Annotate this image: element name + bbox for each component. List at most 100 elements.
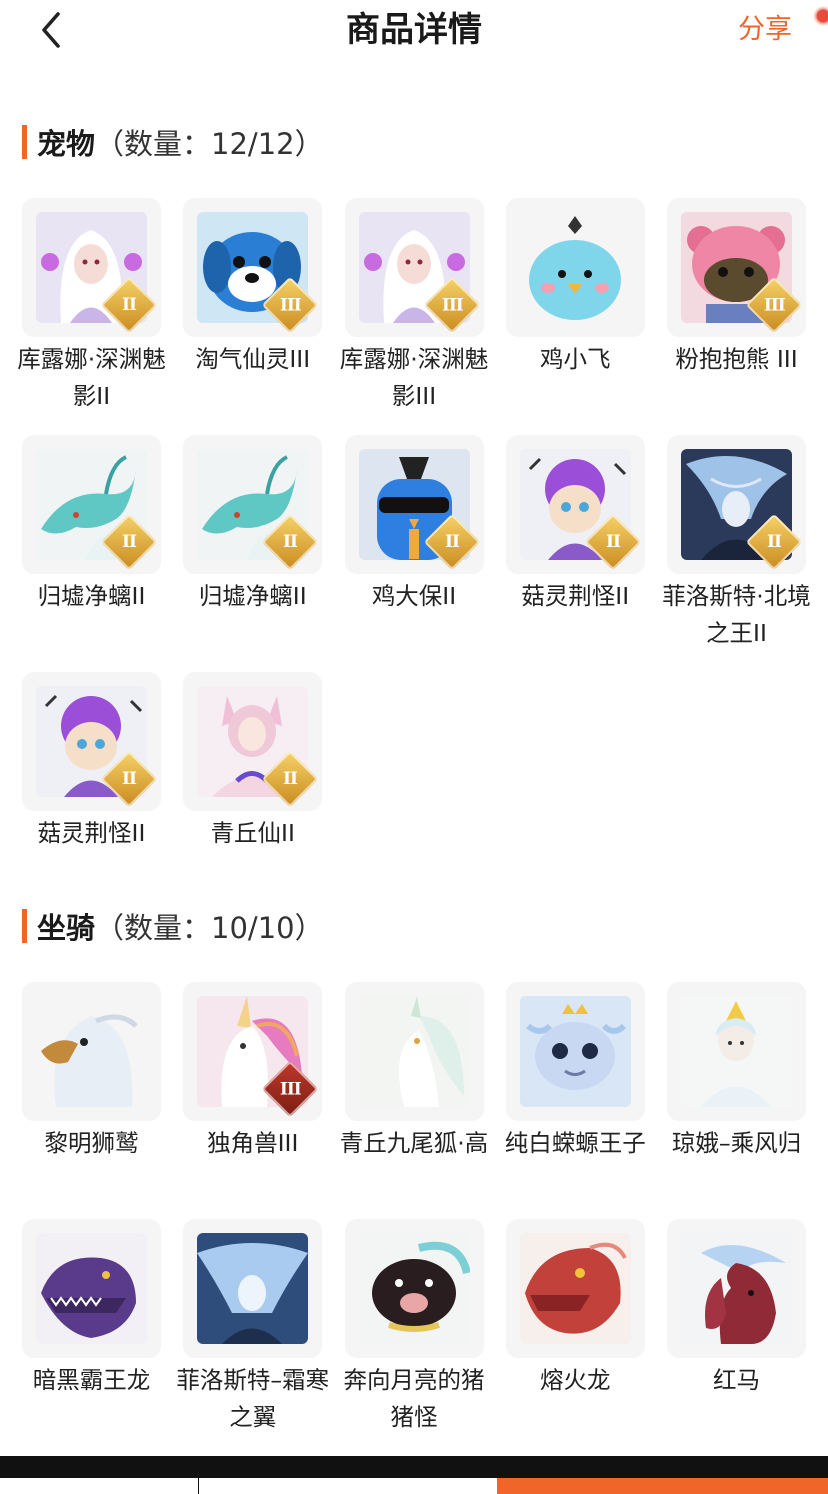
mount-item[interactable]: III 独角兽III <box>183 982 323 1219</box>
pet-item[interactable]: II 菲洛斯特·北境之王II <box>662 435 811 672</box>
pet-name: 鸡小飞 <box>540 345 611 373</box>
pet-item[interactable]: II 菇灵荆怪II <box>505 435 645 672</box>
pets-grid: II 库露娜·深渊魅影II III 淘气仙灵III III 库露娜·深渊魅影III 鸡小飞 I… <box>17 198 811 909</box>
pet-item[interactable]: III 淘气仙灵III <box>183 198 323 435</box>
tier-badge-label: II <box>122 532 136 552</box>
pet-thumbnail: II <box>344 435 484 574</box>
tier-badge-label: II <box>283 769 298 789</box>
pet-thumbnail: III <box>183 198 323 337</box>
pet-name: 菇灵荆怪II <box>37 819 146 847</box>
mount-name: 纯白蝾螈王子 <box>504 1129 646 1157</box>
mount-item[interactable]: 熔火龙 <box>505 1219 645 1456</box>
mount-thumbnail <box>667 1219 806 1358</box>
mount-image <box>197 1233 309 1344</box>
pet-item[interactable]: II 库露娜·深渊魅影II <box>17 198 166 435</box>
section-count: （数量：10/10） <box>95 911 324 945</box>
mount-item[interactable]: 琼娥–乘风归 <box>667 982 806 1219</box>
mount-thumbnail <box>22 982 161 1121</box>
pet-item[interactable]: II 青丘仙II <box>183 672 323 909</box>
mount-image <box>519 1233 631 1344</box>
mount-image <box>36 996 147 1107</box>
mount-name: 黎明狮鹫 <box>44 1129 139 1157</box>
tier-badge-label: III <box>279 294 301 315</box>
mount-item[interactable]: 菲洛斯特–霜寒之翼 <box>176 1219 329 1456</box>
mounts-section-heading: 坐骑 （数量：10/10） <box>22 906 324 946</box>
pet-thumbnail: II <box>183 672 323 811</box>
tier-badge-label: II <box>767 532 781 552</box>
pets-section-heading: 宠物 （数量：12/12） <box>22 122 324 162</box>
mount-image <box>358 1233 470 1344</box>
pet-name: 库露娜·深渊魅影II <box>17 345 166 410</box>
tier-badge-label: II <box>283 532 298 552</box>
chevron-left-icon[interactable] <box>34 8 74 52</box>
tier-badge-label: II <box>122 769 136 789</box>
mount-item[interactable]: 黎明狮鹫 <box>22 982 161 1219</box>
pet-item[interactable]: II 鸡大保II <box>344 435 484 672</box>
pet-thumbnail: III <box>667 198 806 337</box>
pet-item[interactable]: II 菇灵荆怪II <box>22 672 161 909</box>
tier-badge-label: II <box>605 532 620 552</box>
pet-name: 归墟净螭II <box>198 582 307 610</box>
pet-name: 粉抱抱熊 III <box>675 345 798 373</box>
mount-thumbnail: III <box>183 982 323 1121</box>
mounts-grid: 黎明狮鹫 III 独角兽III 青丘九尾狐·高 纯白蝾螈王子 琼娥–乘风归暗黑霸王龙 菲洛斯… <box>22 982 806 1456</box>
mount-item[interactable]: 暗黑霸王龙 <box>22 1219 161 1456</box>
page-title: 商品详情 <box>346 10 482 50</box>
decorative-mark <box>812 4 828 34</box>
mount-name: 奔向月亮的猪猪怪 <box>343 1366 485 1431</box>
top-nav-bar: 商品详情 分享 <box>0 0 828 64</box>
tier-badge-label: III <box>763 294 785 315</box>
pet-name: 归墟净螭II <box>37 582 146 610</box>
pet-item[interactable]: 鸡小飞 <box>505 198 645 435</box>
mount-image <box>681 1233 792 1344</box>
pet-item[interactable]: II 归墟净螭II <box>183 435 323 672</box>
mount-name: 琼娥–乘风归 <box>671 1129 802 1157</box>
pet-item[interactable]: III 库露娜·深渊魅影III <box>340 198 488 435</box>
mount-thumbnail <box>344 1219 484 1358</box>
mount-name: 独角兽III <box>207 1129 299 1157</box>
tier-badge-label: II <box>444 532 459 552</box>
pet-thumbnail: II <box>667 435 806 574</box>
bottom-action-middle[interactable] <box>199 1478 497 1494</box>
pet-thumbnail: II <box>22 435 161 574</box>
mount-thumbnail <box>22 1219 161 1358</box>
mount-thumbnail <box>183 1219 323 1358</box>
pet-name: 库露娜·深渊魅影III <box>339 345 489 410</box>
pet-thumbnail <box>505 198 645 337</box>
tier-badge-label: II <box>122 295 136 315</box>
section-title: 坐骑 <box>37 911 96 945</box>
mount-item[interactable]: 奔向月亮的猪猪怪 <box>344 1219 485 1456</box>
pet-name: 青丘仙II <box>210 819 295 847</box>
mount-image <box>519 996 631 1107</box>
pet-item[interactable]: III 粉抱抱熊 III <box>667 198 806 435</box>
mount-image <box>681 996 792 1107</box>
pet-thumbnail: II <box>505 435 645 574</box>
pet-name: 鸡大保II <box>371 582 457 610</box>
pet-thumbnail: II <box>183 435 323 574</box>
mount-name: 红马 <box>713 1366 760 1394</box>
pet-name: 菲洛斯特·北境之王II <box>662 582 811 647</box>
share-button[interactable]: 分享 <box>738 10 792 50</box>
tier-badge-label: III <box>279 1078 301 1099</box>
pet-thumbnail: III <box>344 198 484 337</box>
bottom-action-bar <box>0 1456 828 1494</box>
pet-name: 菇灵荆怪II <box>521 582 630 610</box>
mount-thumbnail <box>344 982 484 1121</box>
bottom-action-primary[interactable] <box>497 1478 828 1494</box>
mount-name: 暗黑霸王龙 <box>32 1366 151 1394</box>
section-title: 宠物 <box>37 127 96 161</box>
section-accent-bar <box>22 125 27 159</box>
mount-item[interactable]: 青丘九尾狐·高 <box>340 982 488 1219</box>
mount-name: 菲洛斯特–霜寒之翼 <box>176 1366 330 1431</box>
pet-image <box>519 212 631 323</box>
pet-thumbnail: II <box>22 198 161 337</box>
tier-badge-label: III <box>441 294 462 315</box>
mount-image <box>36 1233 147 1344</box>
pet-item[interactable]: II 归墟净螭II <box>22 435 161 672</box>
mount-thumbnail <box>505 982 645 1121</box>
mount-item[interactable]: 纯白蝾螈王子 <box>505 982 646 1219</box>
mount-item[interactable]: 红马 <box>667 1219 806 1456</box>
pet-thumbnail: II <box>22 672 161 811</box>
section-accent-bar <box>22 909 27 943</box>
bottom-action-left[interactable] <box>0 1478 198 1494</box>
